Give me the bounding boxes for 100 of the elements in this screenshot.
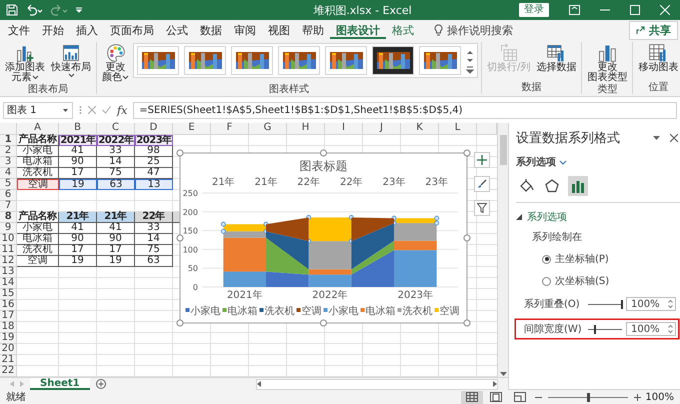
- row-header[interactable]: 19: [0, 333, 17, 344]
- column-header[interactable]: F: [211, 123, 249, 135]
- chart-title[interactable]: 图表标题: [300, 159, 348, 173]
- table-cell: 17: [59, 245, 97, 256]
- select-data-button[interactable]: 选择数据: [534, 42, 578, 74]
- ribbon-tab[interactable]: 开始: [36, 21, 70, 39]
- row-header[interactable]: 21: [0, 355, 17, 366]
- quick-layout-button[interactable]: 快速布局: [49, 42, 93, 79]
- row-header[interactable]: 15: [0, 289, 17, 300]
- row-header[interactable]: 2: [0, 146, 17, 157]
- row-header[interactable]: 20: [0, 344, 17, 355]
- row-header[interactable]: 7: [0, 201, 17, 212]
- column-header[interactable]: J: [363, 123, 401, 135]
- table-cell: 19: [97, 256, 135, 267]
- column-header[interactable]: L: [439, 123, 477, 135]
- column-header[interactable]: D: [135, 123, 173, 135]
- axis-label: 23年: [425, 177, 448, 188]
- radio-label[interactable]: 次坐标轴(S): [555, 274, 610, 288]
- change-chart-type-button[interactable]: 更改 图表类型: [585, 42, 630, 84]
- table-cell: 小家电: [17, 146, 59, 157]
- column-header[interactable]: G: [249, 123, 287, 135]
- status-text: 就绪: [6, 390, 26, 404]
- field-label: 系列绘制在: [532, 230, 582, 244]
- ribbon-tab[interactable]: 数据: [194, 21, 228, 39]
- ribbon-tab[interactable]: 页面布局: [104, 21, 160, 39]
- formula-field[interactable]: =SERIES(Sheet1!$A$5,Sheet1!$B$1:$D$1,Sheet1!$B$5:$D$5,4): [133, 102, 677, 118]
- move-chart-button[interactable]: 移动图表: [636, 42, 680, 74]
- ribbon-tab[interactable]: 格式: [386, 21, 420, 39]
- table-cell: 47: [135, 168, 173, 179]
- table-cell: 2022年: [97, 135, 135, 146]
- table-cell: 21年: [59, 212, 97, 223]
- group-label: 数据: [520, 82, 543, 94]
- table-cell: 产品名称: [17, 135, 59, 146]
- legend-label[interactable]: 洗衣机: [402, 306, 432, 317]
- series-options-menu[interactable]: 系列选项: [516, 155, 556, 169]
- legend-label[interactable]: 空调: [302, 306, 322, 317]
- row-header[interactable]: 18: [0, 322, 17, 333]
- sheet-tab[interactable]: Sheet1: [30, 378, 90, 390]
- axis-label: 2021年: [226, 290, 262, 301]
- share-button[interactable]: 共享: [629, 20, 678, 40]
- legend-label[interactable]: 空调: [440, 306, 460, 317]
- row-header[interactable]: 8: [0, 212, 17, 223]
- row-header[interactable]: 13: [0, 267, 17, 278]
- ribbon-tab[interactable]: 文件: [2, 21, 36, 39]
- table-cell: 2021年: [59, 135, 97, 146]
- name-box[interactable]: 图表 1: [3, 102, 73, 118]
- radio-label[interactable]: 主坐标轴(P): [555, 252, 609, 266]
- spin-field[interactable]: 100%: [626, 322, 676, 336]
- row-header[interactable]: 22: [0, 366, 17, 377]
- ribbon-tab[interactable]: 帮助: [296, 21, 330, 39]
- column-header[interactable]: E: [173, 123, 211, 135]
- row-header[interactable]: 6: [0, 190, 17, 201]
- row-header[interactable]: 1: [0, 135, 17, 146]
- axis-label: 21年: [254, 177, 278, 188]
- row-header[interactable]: 12: [0, 256, 17, 267]
- axis-label: 22年: [297, 177, 320, 188]
- row-header[interactable]: 11: [0, 245, 17, 256]
- table-cell: 22年: [135, 212, 173, 223]
- row-header[interactable]: 10: [0, 234, 17, 245]
- row-header[interactable]: 3: [0, 157, 17, 168]
- row-header[interactable]: 14: [0, 278, 17, 289]
- legend-label[interactable]: 电冰箱: [366, 306, 396, 317]
- group-label: 类型: [596, 84, 618, 96]
- column-header[interactable]: B: [59, 123, 97, 135]
- ribbon-tab[interactable]: 图表设计: [330, 21, 386, 39]
- legend-label[interactable]: 小家电: [328, 306, 358, 317]
- row-header[interactable]: 9: [0, 223, 17, 234]
- legend-label[interactable]: 电冰箱: [228, 306, 258, 317]
- tell-me-search[interactable]: 操作说明搜索: [447, 22, 513, 38]
- ribbon-tab[interactable]: 审阅: [228, 21, 262, 39]
- table-cell: 75: [135, 245, 173, 256]
- ribbon-tab[interactable]: 公式: [160, 21, 194, 39]
- row-header[interactable]: 5: [0, 179, 17, 190]
- add-chart-element-button[interactable]: 添加图表 元素: [3, 42, 47, 84]
- row-header[interactable]: 16: [0, 300, 17, 311]
- window-title: 堆积图.xlsx - Excel: [312, 2, 413, 18]
- table-cell: 33: [135, 223, 173, 234]
- column-header[interactable]: I: [325, 123, 363, 135]
- table-cell: 19: [59, 256, 97, 267]
- ribbon-tab[interactable]: 视图: [262, 21, 296, 39]
- zoom-level[interactable]: 100%: [645, 392, 674, 402]
- axis-label: 2022年: [312, 290, 348, 301]
- legend-label[interactable]: 洗衣机: [264, 306, 294, 317]
- section-title[interactable]: 系列选项: [527, 210, 567, 224]
- column-header[interactable]: H: [287, 123, 325, 135]
- sign-in-button[interactable]: 登录: [519, 3, 549, 17]
- row-header[interactable]: 4: [0, 168, 17, 179]
- row-header[interactable]: 17: [0, 311, 17, 322]
- ribbon-tab[interactable]: 插入: [70, 21, 104, 39]
- spin-field[interactable]: 100%: [626, 297, 676, 311]
- column-header[interactable]: K: [401, 123, 439, 135]
- column-header[interactable]: A: [17, 123, 59, 135]
- insert-function-button[interactable]: fx: [117, 104, 128, 116]
- change-colors-button[interactable]: 更改 颜色: [100, 42, 131, 84]
- table-cell: 小家电: [17, 223, 59, 234]
- table-cell: 产品名称: [17, 212, 59, 223]
- group-label: 图表样式: [268, 84, 310, 96]
- legend-label[interactable]: 小家电: [190, 306, 220, 317]
- column-header[interactable]: C: [97, 123, 135, 135]
- axis-label: 23年: [382, 177, 406, 188]
